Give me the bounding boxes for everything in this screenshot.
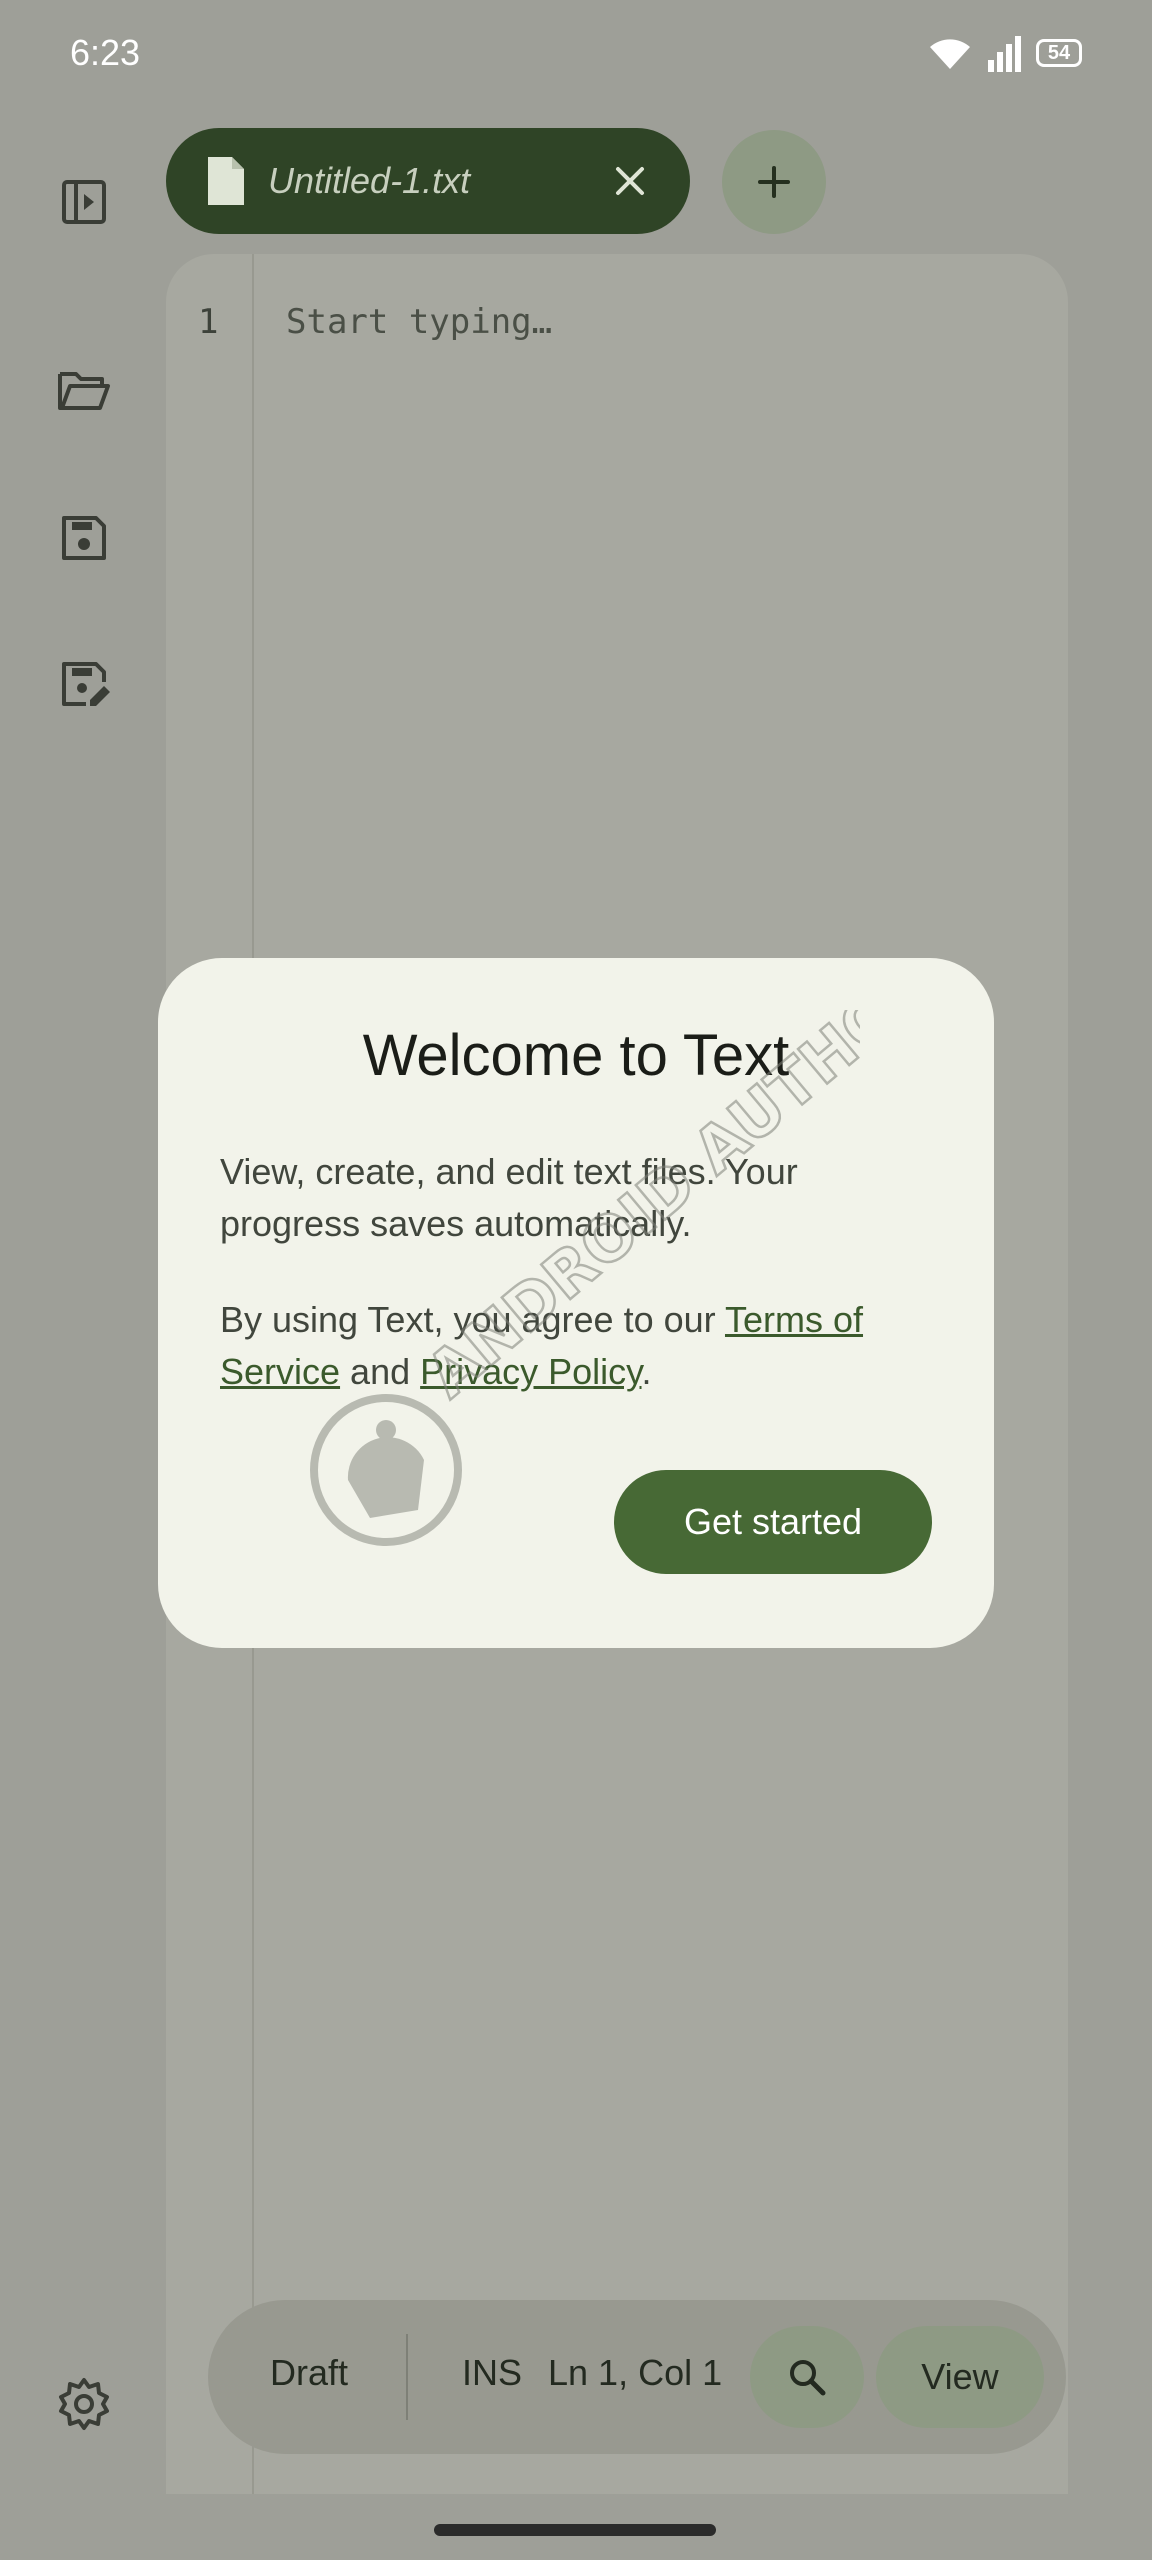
editor-placeholder[interactable]: Start typing… [286, 302, 552, 342]
plus-icon [758, 166, 790, 198]
welcome-dialog: Welcome to Text View, create, and edit t… [158, 958, 994, 1648]
save-as-icon[interactable] [56, 656, 112, 712]
dialog-terms-text: By using Text, you agree to our Terms of… [220, 1294, 920, 1398]
search-icon [790, 2360, 826, 2396]
home-indicator[interactable] [434, 2524, 716, 2536]
settings-gear-icon[interactable] [54, 2374, 114, 2434]
tab-untitled[interactable]: Untitled-1.txt [166, 128, 690, 234]
insert-mode-label[interactable]: INS [462, 2352, 522, 2394]
draft-label[interactable]: Draft [270, 2352, 348, 2394]
privacy-policy-link[interactable]: Privacy Policy [420, 1351, 641, 1392]
status-time: 6:23 [70, 32, 141, 73]
close-tab-icon[interactable] [610, 161, 650, 201]
new-tab-button[interactable] [722, 130, 826, 234]
search-button[interactable] [750, 2326, 864, 2428]
battery-icon: 54 [1036, 39, 1082, 67]
save-icon[interactable] [56, 510, 112, 566]
sidebar-toggle-icon[interactable] [56, 174, 112, 230]
dialog-description: View, create, and edit text files. Your … [220, 1151, 798, 1244]
status-icons: 54 [928, 34, 1082, 72]
tab-label: Untitled-1.txt [268, 160, 471, 201]
view-button[interactable]: View [876, 2326, 1044, 2428]
signal-icon [988, 36, 1021, 72]
line-number: 1 [198, 302, 219, 342]
terms-suffix: . [641, 1351, 652, 1392]
terms-middle: and [340, 1351, 421, 1392]
wifi-icon [930, 39, 970, 69]
terms-prefix: By using Text, you agree to our [220, 1299, 725, 1340]
bottom-bar-divider [406, 2334, 408, 2420]
dialog-title: Welcome to Text [362, 1023, 790, 1088]
status-bar: 6:23 54 [0, 0, 1152, 110]
get-started-button[interactable]: Get started [614, 1470, 932, 1574]
battery-level: 54 [1047, 41, 1071, 64]
open-folder-icon[interactable] [56, 362, 112, 418]
document-icon [208, 157, 244, 205]
cursor-position-label[interactable]: Ln 1, Col 1 [548, 2352, 722, 2394]
